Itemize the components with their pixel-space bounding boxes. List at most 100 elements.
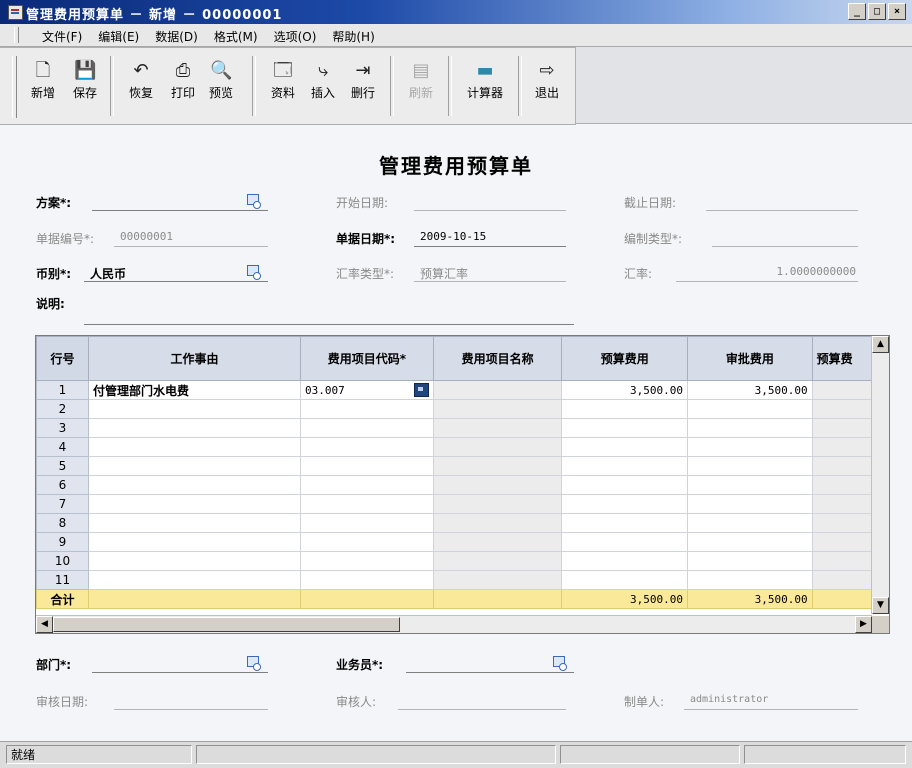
- column-header-budget-more[interactable]: 预算费: [811, 336, 872, 381]
- reason-cell[interactable]: [87, 513, 301, 533]
- salesman-field[interactable]: [406, 654, 574, 673]
- item-code-cell[interactable]: [299, 570, 434, 590]
- item-code-cell[interactable]: [299, 532, 434, 552]
- approved-cell[interactable]: [687, 437, 813, 457]
- approved-cell[interactable]: 3,500.00: [687, 380, 813, 400]
- budget-more-cell: [811, 380, 872, 400]
- scroll-right-icon[interactable]: ▶: [855, 616, 872, 633]
- reason-cell[interactable]: [87, 551, 301, 571]
- approved-cell[interactable]: [687, 532, 813, 552]
- budget-cell[interactable]: [561, 418, 689, 438]
- budget-cell[interactable]: [561, 437, 689, 457]
- close-button[interactable]: ×: [888, 3, 906, 20]
- horizontal-scrollbar[interactable]: ◀ ▶: [36, 615, 872, 633]
- budget-cell[interactable]: [561, 513, 689, 533]
- approved-cell[interactable]: [687, 399, 813, 419]
- calculator-button[interactable]: ▬ 计算器: [458, 56, 512, 116]
- reason-cell[interactable]: [87, 570, 301, 590]
- maximize-button[interactable]: □: [868, 3, 886, 20]
- item-code-cell[interactable]: [299, 437, 434, 457]
- doc-date-field[interactable]: 2009-10-15: [414, 228, 566, 247]
- vertical-scrollbar[interactable]: ▲ ▼: [871, 336, 889, 614]
- menu-edit[interactable]: 编辑(E): [90, 27, 147, 46]
- status-bar: 就绪: [0, 741, 912, 768]
- rate-type-field[interactable]: 预算汇率: [414, 263, 566, 282]
- rate-field[interactable]: 1.0000000000: [676, 263, 858, 282]
- budget-cell[interactable]: [561, 494, 689, 514]
- approved-cell[interactable]: [687, 418, 813, 438]
- reference-button[interactable]: 🗔 资料: [262, 56, 304, 116]
- print-button[interactable]: ⎙ 打印: [162, 56, 204, 116]
- reason-cell[interactable]: [87, 399, 301, 419]
- compile-type-field[interactable]: [712, 228, 858, 247]
- scroll-down-icon[interactable]: ▼: [872, 597, 889, 614]
- start-date-field[interactable]: [414, 192, 566, 211]
- reason-cell[interactable]: [87, 418, 301, 438]
- minimize-button[interactable]: _: [848, 3, 866, 20]
- save-button[interactable]: 💾 保存: [64, 56, 106, 116]
- column-header-approved[interactable]: 审批费用: [687, 336, 813, 381]
- toolbar-grip[interactable]: [12, 56, 17, 118]
- menu-format[interactable]: 格式(M): [206, 27, 266, 46]
- budget-cell[interactable]: [561, 456, 689, 476]
- item-code-cell[interactable]: [299, 551, 434, 571]
- reason-cell[interactable]: 付管理部门水电费: [87, 380, 301, 400]
- column-header-item-code[interactable]: 费用项目代码*: [299, 336, 434, 381]
- preview-button[interactable]: 🔍 预览: [200, 56, 242, 116]
- column-header-row-no[interactable]: 行号: [36, 336, 89, 381]
- menu-data[interactable]: 数据(D): [147, 27, 206, 46]
- dept-field[interactable]: [92, 654, 268, 673]
- horizontal-scroll-thumb[interactable]: [53, 617, 400, 632]
- reason-cell[interactable]: [87, 494, 301, 514]
- lookup-icon[interactable]: [246, 655, 262, 671]
- menu-help[interactable]: 帮助(H): [324, 27, 382, 46]
- budget-cell[interactable]: [561, 532, 689, 552]
- plan-field[interactable]: [92, 192, 268, 211]
- menu-options[interactable]: 选项(O): [266, 27, 325, 46]
- reason-cell[interactable]: [87, 532, 301, 552]
- item-code-cell[interactable]: [299, 456, 434, 476]
- item-code-cell[interactable]: [299, 418, 434, 438]
- title-bar[interactable]: 管理费用预算单 － 新增 － 00000001 _ □ ×: [0, 0, 912, 24]
- budget-more-cell: [811, 456, 872, 476]
- refresh-button[interactable]: ▤ 刷新: [400, 56, 442, 116]
- scroll-up-icon[interactable]: ▲: [872, 336, 889, 353]
- approved-cell[interactable]: [687, 570, 813, 590]
- approved-cell[interactable]: [687, 494, 813, 514]
- budget-cell[interactable]: [561, 570, 689, 590]
- currency-field[interactable]: 人民币: [84, 263, 268, 282]
- scroll-left-icon[interactable]: ◀: [36, 616, 53, 633]
- menu-file[interactable]: 文件(F): [34, 27, 90, 46]
- budget-cell[interactable]: [561, 551, 689, 571]
- reason-cell[interactable]: [87, 437, 301, 457]
- item-code-cell[interactable]: [299, 399, 434, 419]
- budget-cell[interactable]: 3,500.00: [561, 380, 689, 400]
- column-header-budget[interactable]: 预算费用: [561, 336, 689, 381]
- item-code-cell[interactable]: [299, 513, 434, 533]
- approved-cell[interactable]: [687, 551, 813, 571]
- reason-cell[interactable]: [87, 475, 301, 495]
- lookup-icon[interactable]: [413, 383, 429, 397]
- approved-cell[interactable]: [687, 475, 813, 495]
- budget-cell[interactable]: [561, 399, 689, 419]
- delete-row-button[interactable]: ⇥ 删行: [342, 56, 384, 116]
- end-date-field[interactable]: [706, 192, 858, 211]
- budget-cell[interactable]: [561, 475, 689, 495]
- new-button[interactable]: 🗋 新增: [22, 56, 64, 116]
- insert-row-button[interactable]: ⤷ 插入: [302, 56, 344, 116]
- approved-cell[interactable]: [687, 456, 813, 476]
- menu-grip[interactable]: [14, 27, 19, 43]
- lookup-icon[interactable]: [246, 193, 262, 209]
- approved-cell[interactable]: [687, 513, 813, 533]
- item-code-cell[interactable]: 03.007: [299, 380, 434, 400]
- undo-button[interactable]: ↶ 恢复: [120, 56, 162, 116]
- reason-cell[interactable]: [87, 456, 301, 476]
- lookup-icon[interactable]: [246, 264, 262, 280]
- note-field[interactable]: [84, 306, 574, 325]
- item-code-cell[interactable]: [299, 475, 434, 495]
- column-header-item-name[interactable]: 费用项目名称: [432, 336, 563, 381]
- item-code-cell[interactable]: [299, 494, 434, 514]
- column-header-reason[interactable]: 工作事由: [87, 336, 301, 381]
- exit-button[interactable]: ⇨ 退出: [526, 56, 568, 116]
- lookup-icon[interactable]: [552, 655, 568, 671]
